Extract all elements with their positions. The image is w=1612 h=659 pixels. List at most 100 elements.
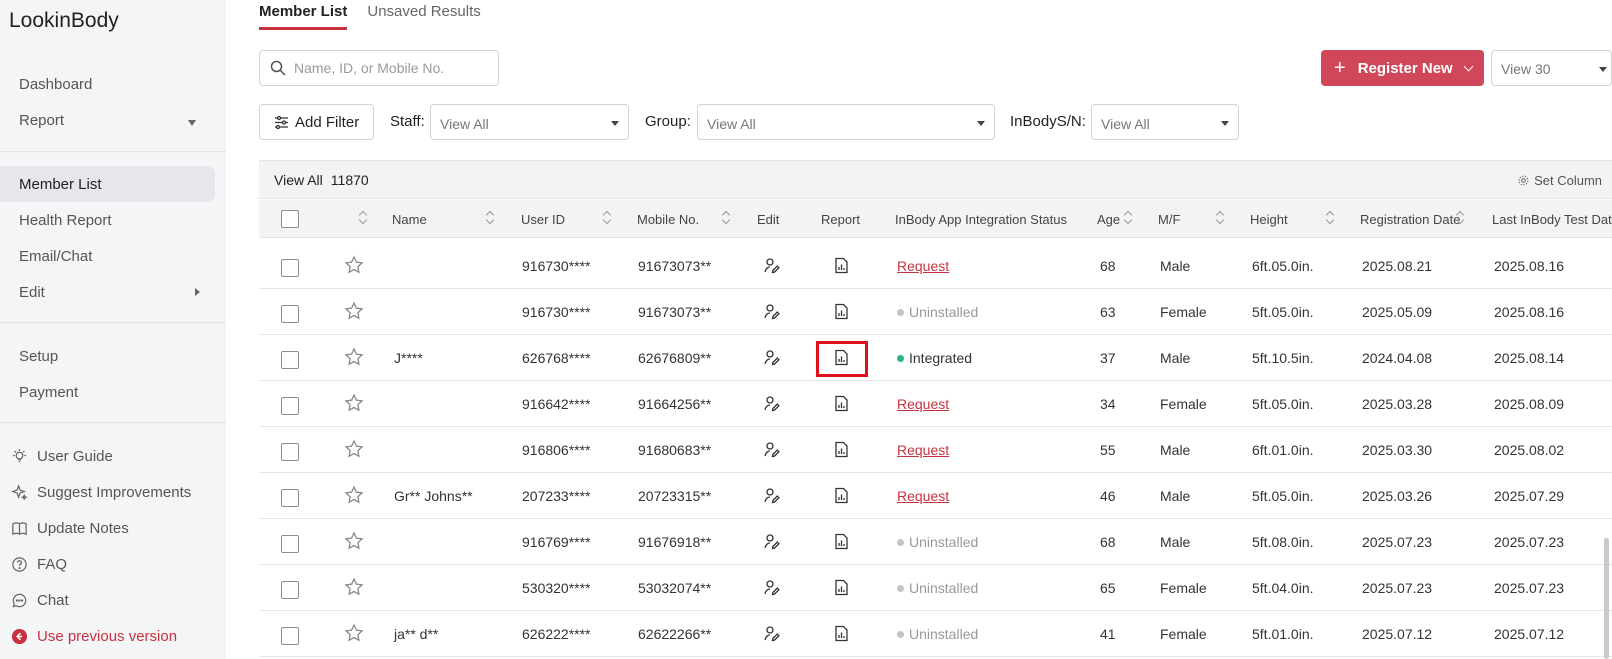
report-document-icon[interactable] <box>833 625 850 642</box>
sidebar-item-previous-version[interactable]: Use previous version <box>11 626 177 646</box>
sort-height-icon[interactable] <box>1325 210 1335 226</box>
table-row[interactable]: 916806**** 91680683** Request 55 Male 6f… <box>259 427 1612 473</box>
row-checkbox[interactable] <box>281 397 299 415</box>
star-icon[interactable] <box>344 301 364 321</box>
report-document-icon[interactable] <box>833 533 850 550</box>
sidebar-item-chat[interactable]: Chat <box>11 590 69 610</box>
table-row[interactable]: 530320**** 53032074** Uninstalled 65 Fem… <box>259 565 1612 611</box>
sort-mobile-icon[interactable] <box>721 210 731 226</box>
table-row[interactable]: ja** d** 626222**** 62622266** Uninstall… <box>259 611 1612 657</box>
sort-gender-icon[interactable] <box>1215 210 1225 226</box>
sidebar-item-report[interactable]: Report <box>19 112 64 129</box>
sidebar-item-payment[interactable]: Payment <box>19 384 78 401</box>
edit-person-icon[interactable] <box>763 349 780 366</box>
edit-person-icon[interactable] <box>763 441 780 458</box>
table-row[interactable]: 916730**** 91673073** Request 68 Male 6f… <box>259 243 1612 289</box>
report-document-icon[interactable] <box>833 303 850 320</box>
row-checkbox[interactable] <box>281 305 299 323</box>
sidebar-item-faq[interactable]: FAQ <box>11 554 67 574</box>
report-document-icon[interactable] <box>833 257 850 274</box>
set-column-button[interactable]: Set Column <box>1518 173 1602 188</box>
member-name[interactable]: Gr** Johns** <box>394 488 473 504</box>
row-checkbox[interactable] <box>281 259 299 277</box>
sidebar-item-dashboard[interactable]: Dashboard <box>19 76 92 93</box>
mobile-number: 91676918** <box>638 534 712 550</box>
sort-name-icon[interactable] <box>485 210 495 226</box>
vertical-scrollbar[interactable] <box>1604 538 1609 659</box>
sidebar-item-edit[interactable]: Edit <box>19 284 45 301</box>
row-checkbox[interactable] <box>281 351 299 369</box>
height: 6ft.05.0in. <box>1252 258 1314 274</box>
star-icon[interactable] <box>344 393 364 413</box>
table-row[interactable]: 916642**** 91664256** Request 34 Female … <box>259 381 1612 427</box>
star-icon[interactable] <box>344 577 364 597</box>
sort-favorite-icon[interactable] <box>358 210 368 226</box>
star-icon[interactable] <box>344 347 364 367</box>
add-filter-button[interactable]: Add Filter <box>259 104 374 140</box>
row-checkbox[interactable] <box>281 443 299 461</box>
row-checkbox[interactable] <box>281 627 299 645</box>
last-test-date: 2025.07.23 <box>1494 534 1565 550</box>
sidebar-item-email-chat[interactable]: Email/Chat <box>19 248 92 265</box>
integration-status[interactable]: Request <box>897 258 949 274</box>
integration-status: Uninstalled <box>897 534 978 550</box>
row-checkbox[interactable] <box>281 535 299 553</box>
integration-status[interactable]: Request <box>897 396 949 412</box>
edit-person-icon[interactable] <box>763 533 780 550</box>
back-arrow-icon <box>11 628 28 644</box>
edit-person-icon[interactable] <box>763 625 780 642</box>
view-count-select[interactable]: View 30 <box>1491 50 1612 86</box>
edit-person-icon[interactable] <box>763 579 780 596</box>
table-row[interactable]: 916730**** 91673073** Uninstalled 63 Fem… <box>259 289 1612 335</box>
plus-icon: + <box>1334 57 1346 79</box>
table-row[interactable]: Gr** Johns** 207233**** 20723315** Reque… <box>259 473 1612 519</box>
report-document-icon[interactable] <box>833 395 850 412</box>
row-checkbox[interactable] <box>281 489 299 507</box>
star-icon[interactable] <box>344 485 364 505</box>
sort-user-id-icon[interactable] <box>602 210 612 226</box>
select-all-checkbox[interactable] <box>281 210 299 228</box>
edit-person-icon[interactable] <box>763 257 780 274</box>
integration-status[interactable]: Request <box>897 488 949 504</box>
tab-unsaved-results[interactable]: Unsaved Results <box>367 3 480 30</box>
integration-status-label: Uninstalled <box>909 626 979 642</box>
dropdown-arrow-icon <box>1599 67 1607 72</box>
sidebar-item-suggest[interactable]: Suggest Improvements <box>11 482 191 502</box>
star-icon[interactable] <box>344 255 364 275</box>
sidebar-item-update-notes[interactable]: Update Notes <box>11 518 129 538</box>
user-guide-label: User Guide <box>37 447 113 465</box>
member-name[interactable]: ja** d** <box>394 626 438 642</box>
integration-status[interactable]: Request <box>897 442 949 458</box>
star-icon[interactable] <box>344 439 364 459</box>
sidebar-item-health-report[interactable]: Health Report <box>19 212 112 229</box>
chevron-down-icon[interactable] <box>1463 61 1474 71</box>
user-id: 626222**** <box>522 626 591 642</box>
report-document-icon[interactable] <box>833 579 850 596</box>
sidebar-item-setup[interactable]: Setup <box>19 348 58 365</box>
sidebar-item-user-guide[interactable]: User Guide <box>11 446 113 466</box>
staff-select[interactable]: View All <box>430 104 629 140</box>
height: 5ft.01.0in. <box>1252 626 1314 642</box>
group-select[interactable]: View All <box>697 104 995 140</box>
edit-person-icon[interactable] <box>763 303 780 320</box>
edit-person-icon[interactable] <box>763 395 780 412</box>
report-document-icon[interactable] <box>833 441 850 458</box>
star-icon[interactable] <box>344 623 364 643</box>
register-new-button[interactable]: + Register New <box>1321 50 1484 86</box>
age: 46 <box>1100 488 1116 504</box>
row-checkbox[interactable] <box>281 581 299 599</box>
last-test-date: 2025.08.16 <box>1494 258 1565 274</box>
edit-person-icon[interactable] <box>763 487 780 504</box>
sort-age-icon[interactable] <box>1123 210 1133 226</box>
report-document-icon[interactable] <box>833 487 850 504</box>
table-row[interactable]: J**** 626768**** 62676809** Integrated 3… <box>259 335 1612 381</box>
tab-member-list[interactable]: Member List <box>259 3 348 30</box>
sidebar-item-member-list[interactable]: Member List <box>19 176 102 193</box>
star-icon[interactable] <box>344 531 364 551</box>
table-row[interactable]: 916769**** 91676918** Uninstalled 68 Mal… <box>259 519 1612 565</box>
sort-registration-icon[interactable] <box>1455 210 1465 226</box>
search-input[interactable] <box>294 60 484 76</box>
member-name[interactable]: J**** <box>394 350 423 366</box>
serial-number-select[interactable]: View All <box>1091 104 1239 140</box>
integration-status: Integrated <box>897 350 972 366</box>
